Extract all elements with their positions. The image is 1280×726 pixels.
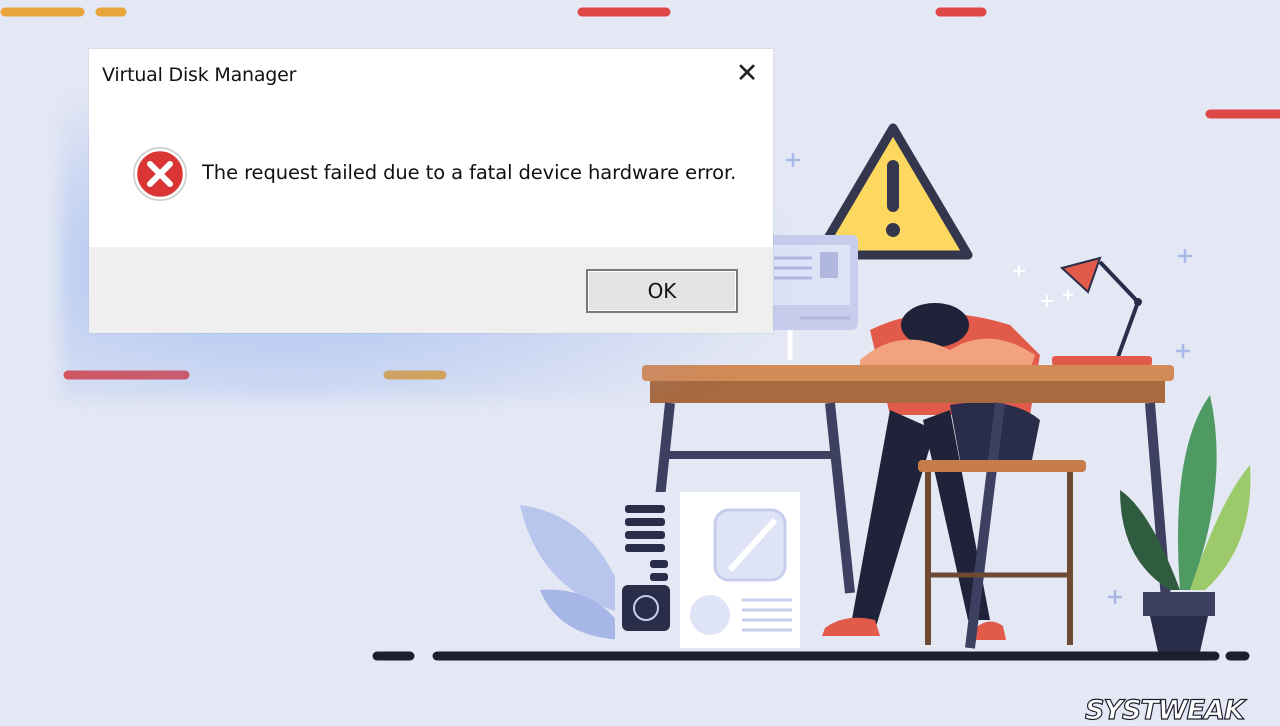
systweak-logo: SYSTWEAK: [1084, 694, 1245, 726]
leaf-decoration: [520, 505, 630, 640]
computer-tower: [615, 492, 800, 648]
desk-lamp: [1052, 256, 1152, 366]
error-dialog: Virtual Disk Manager ✕ The request faile…: [89, 49, 773, 333]
white-sparkles: [1013, 265, 1073, 307]
close-button[interactable]: ✕: [733, 58, 761, 89]
ok-button[interactable]: OK: [586, 269, 738, 313]
potted-plant: [1120, 395, 1251, 652]
error-icon: [133, 147, 187, 201]
dialog-title: Virtual Disk Manager: [102, 64, 297, 86]
close-icon: ✕: [735, 58, 759, 89]
error-message: The request failed due to a fatal device…: [202, 161, 737, 184]
